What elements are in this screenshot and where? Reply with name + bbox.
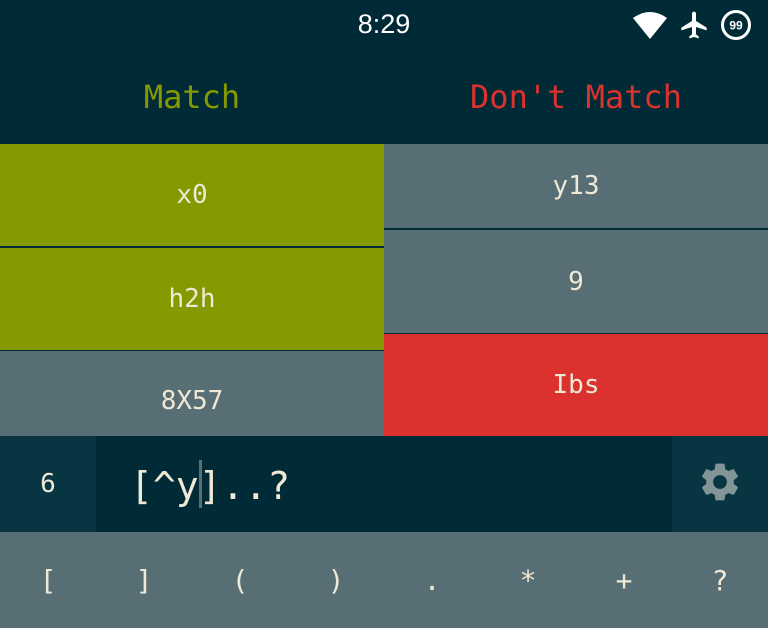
regex-input[interactable]: [^y]..? [96,436,672,532]
key-plus[interactable]: + [576,532,672,628]
battery-icon: 99 [720,9,752,41]
dont-match-word: Ibs [552,370,600,400]
key-dot[interactable]: . [384,532,480,628]
match-column: x0 h2h 8X57 [0,144,384,436]
regex-text: [^y]..? [130,464,291,508]
key-close-paren[interactable]: ) [288,532,384,628]
key-star[interactable]: * [480,532,576,628]
wifi-icon [632,10,668,40]
level-indicator: 6 [0,436,96,532]
dont-match-column: y13 9 Ibs [384,144,768,436]
key-close-bracket[interactable]: ] [96,532,192,628]
key-open-bracket[interactable]: [ [0,532,96,628]
match-header: Match [143,78,241,116]
match-word: 8X57 [160,386,224,416]
symbol-keyboard: [ ] ( ) . * + ? [0,532,768,628]
status-icons: 99 [632,8,752,42]
battery-level-text: 99 [729,19,743,33]
input-row: 6 [^y]..? [0,436,768,532]
column-headers: Match Don't Match [0,50,768,144]
match-word: h2h [168,284,216,314]
key-open-paren[interactable]: ( [192,532,288,628]
match-word-cell: x0 [0,144,384,246]
dont-match-word: y13 [552,171,600,201]
airplane-mode-icon [678,9,710,41]
dont-match-word-cell: Ibs [384,334,768,436]
key-question[interactable]: ? [672,532,768,628]
dont-match-word-cell: 9 [384,230,768,333]
match-word-cell: 8X57 [0,351,384,436]
dont-match-header: Don't Match [470,78,682,116]
status-bar: 8:29 99 [0,0,768,50]
match-word-cell: h2h [0,248,384,350]
word-columns: x0 h2h 8X57 y13 9 Ibs [0,144,768,436]
dont-match-word-cell: y13 [384,144,768,228]
settings-button[interactable] [672,436,768,532]
gear-icon [697,459,743,509]
match-word: x0 [176,180,208,210]
dont-match-word: 9 [568,266,584,297]
text-cursor [199,460,202,508]
